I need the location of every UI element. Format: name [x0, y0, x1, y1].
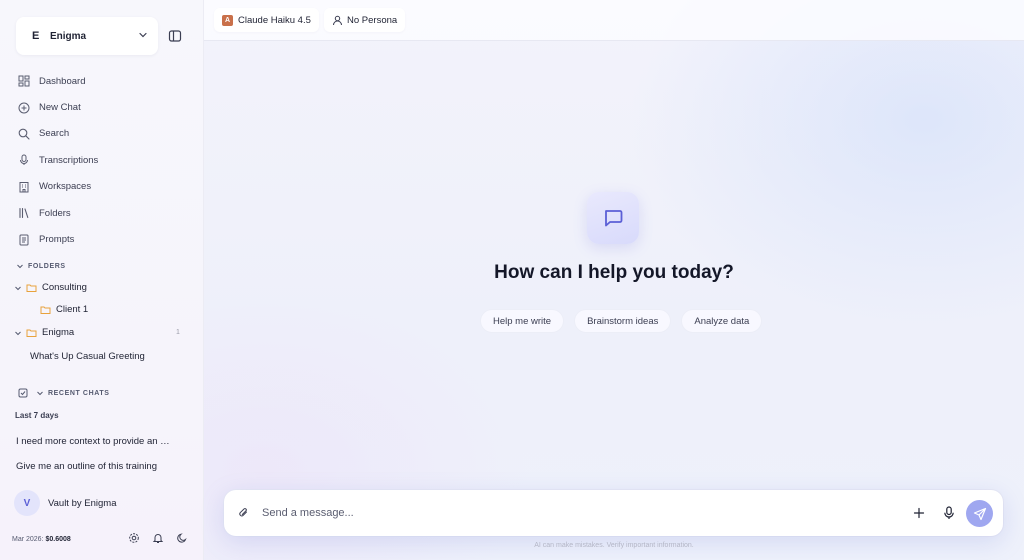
- folder-label: Consulting: [42, 282, 87, 293]
- persona-selector[interactable]: No Persona: [324, 8, 406, 32]
- model-logo-icon: A: [222, 14, 233, 26]
- user-name: Vault by Enigma: [48, 497, 117, 509]
- chat-label: What's Up Casual Greeting: [30, 351, 145, 362]
- recent-group-label: Last 7 days: [15, 411, 59, 420]
- plus-icon[interactable]: [913, 507, 925, 519]
- sidebar-item-folders[interactable]: Folders: [18, 200, 188, 226]
- suggestion-chip[interactable]: Analyze data: [681, 309, 763, 333]
- mic-icon: [20, 154, 28, 166]
- chevron-down-icon: [17, 264, 23, 269]
- sidebar-item-search[interactable]: Search: [18, 121, 188, 147]
- sidebar-item-label: Dashboard: [39, 75, 86, 87]
- sidebar-item-label: Workspaces: [39, 181, 92, 193]
- dashboard-icon: [18, 75, 30, 87]
- workspace-letter: E: [32, 30, 40, 42]
- user-profile[interactable]: V Vault by Enigma: [14, 490, 116, 516]
- footer-icons: [128, 532, 188, 544]
- sidebar-item-workspaces[interactable]: Workspaces: [18, 174, 188, 200]
- chevron-down-icon: [15, 286, 21, 290]
- recent-chats-section-header[interactable]: RECENT CHATS: [18, 388, 110, 398]
- message-input[interactable]: [262, 503, 862, 523]
- chevron-down-icon: [139, 32, 147, 38]
- model-name: Claude Haiku 4.5: [238, 14, 311, 26]
- suggestion-chip[interactable]: Help me write: [480, 309, 565, 333]
- recent-chat-item[interactable]: I need more context to provide an …: [16, 436, 170, 447]
- folder-open-icon: [26, 284, 37, 292]
- disclaimer-text: AI can make mistakes. Verify important i…: [534, 542, 694, 549]
- suggestion-chips: Help me write Brainstorm ideas Analyze d…: [480, 309, 763, 333]
- topbar: A Claude Haiku 4.5 No Persona: [204, 0, 1024, 41]
- model-selector[interactable]: A Claude Haiku 4.5: [214, 8, 319, 32]
- usage-period: Mar 2026:: [12, 535, 44, 543]
- folder-count-badge: 1: [176, 329, 180, 336]
- sidebar-item-new-chat[interactable]: New Chat: [18, 94, 188, 120]
- send-icon: [973, 507, 986, 520]
- app: E Enigma Dashboard New Chat Search Trans…: [0, 0, 1024, 560]
- folders-section-label: FOLDERS: [28, 262, 66, 270]
- workspace-switcher[interactable]: E Enigma: [16, 17, 158, 55]
- bell-icon[interactable]: [152, 532, 164, 544]
- search-icon: [18, 128, 30, 140]
- sidebar-item-label: Transcriptions: [39, 154, 99, 166]
- sidebar-item-label: New Chat: [39, 102, 81, 114]
- usage-cost: Mar 2026: $0.6008: [12, 536, 71, 543]
- chevron-down-icon: [37, 391, 43, 396]
- folder-icon: [40, 306, 51, 314]
- sidebar-item-label: Folders: [39, 207, 71, 219]
- sidebar-footer: Mar 2026: $0.6008: [12, 532, 192, 546]
- folder-item-consulting[interactable]: Consulting: [14, 282, 87, 293]
- mic-icon[interactable]: [942, 506, 956, 520]
- main-area: A Claude Haiku 4.5 No Persona How can I …: [204, 0, 1024, 560]
- checkbox-icon[interactable]: [18, 388, 28, 398]
- building-icon: [19, 181, 29, 193]
- sidebar-nav: Dashboard New Chat Search Transcriptions…: [18, 68, 188, 253]
- settings-icon[interactable]: [128, 532, 140, 544]
- suggestion-chip[interactable]: Brainstorm ideas: [574, 309, 672, 333]
- recent-chats-label: RECENT CHATS: [48, 389, 110, 397]
- hero-title: How can I help you today?: [494, 262, 734, 283]
- hero-chat-bubble: [587, 192, 639, 244]
- chat-item-whats-up[interactable]: What's Up Casual Greeting: [30, 351, 145, 362]
- recent-chat-item[interactable]: Give me an outline of this training: [16, 461, 157, 472]
- avatar: V: [14, 490, 40, 516]
- library-icon: [19, 208, 29, 219]
- folder-item-client-1[interactable]: Client 1: [40, 304, 88, 315]
- sidebar-item-transcriptions[interactable]: Transcriptions: [18, 147, 188, 173]
- sidebar-toggle-icon[interactable]: [168, 29, 182, 43]
- folder-open-icon: [26, 329, 37, 337]
- message-square-icon: [605, 210, 623, 227]
- folder-item-enigma[interactable]: Enigma: [14, 327, 74, 338]
- moon-icon[interactable]: [176, 532, 188, 544]
- usage-amount: $0.6008: [45, 535, 71, 543]
- workspace-name: Enigma: [50, 30, 87, 42]
- workspace-row: E Enigma: [16, 17, 186, 55]
- folder-label: Enigma: [42, 327, 75, 338]
- plus-circle-icon: [18, 102, 30, 114]
- message-composer: [224, 490, 1003, 536]
- sidebar-item-prompts[interactable]: Prompts: [18, 226, 188, 252]
- folders-section-header[interactable]: FOLDERS: [16, 262, 66, 270]
- sidebar: E Enigma Dashboard New Chat Search Trans…: [0, 0, 204, 560]
- send-button[interactable]: [966, 500, 993, 527]
- user-icon: [333, 15, 342, 25]
- sidebar-item-dashboard[interactable]: Dashboard: [18, 68, 188, 94]
- folder-label: Client 1: [56, 304, 89, 315]
- sidebar-item-label: Prompts: [39, 234, 75, 246]
- persona-name: No Persona: [347, 14, 398, 26]
- sidebar-item-label: Search: [39, 128, 70, 140]
- chevron-down-icon: [15, 331, 21, 335]
- document-icon: [19, 234, 29, 246]
- paperclip-icon[interactable]: [238, 507, 250, 519]
